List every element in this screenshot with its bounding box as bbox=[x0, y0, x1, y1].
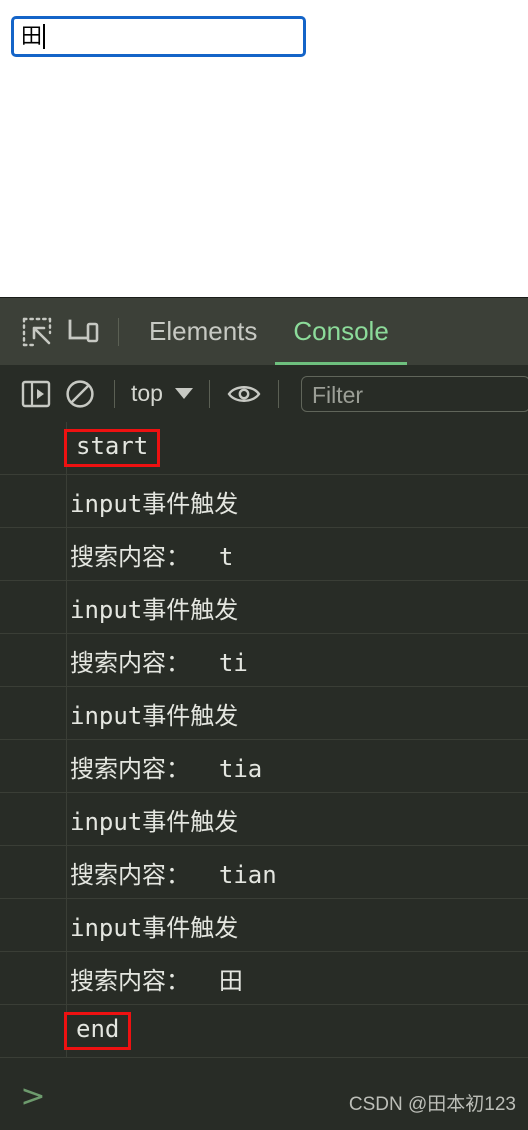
console-sidebar-toggle-icon[interactable] bbox=[14, 372, 58, 416]
search-input-value: 田 bbox=[21, 24, 42, 48]
console-message-text: 搜索内容： tian bbox=[70, 860, 277, 889]
clear-console-icon[interactable] bbox=[58, 372, 102, 416]
web-page-viewport: 田 bbox=[0, 0, 528, 297]
console-message-text: 搜索内容： tia bbox=[70, 754, 263, 783]
console-message-row: 搜索内容： t bbox=[0, 528, 528, 581]
console-message-gutter bbox=[0, 422, 67, 474]
console-message-gutter bbox=[0, 1005, 67, 1057]
console-message-gutter bbox=[0, 740, 67, 792]
console-message-gutter bbox=[0, 846, 67, 898]
search-input[interactable]: 田 bbox=[11, 16, 306, 57]
chevron-down-icon bbox=[174, 388, 193, 399]
javascript-context-label: top bbox=[131, 380, 163, 406]
console-message-list: start input事件触发 搜索内容： t input事件触发 搜索内容： ti in… bbox=[0, 422, 528, 1063]
console-message-gutter bbox=[0, 793, 67, 845]
toolbar-divider bbox=[118, 317, 119, 346]
console-message-row: input事件触发 bbox=[0, 581, 528, 634]
console-message-text: input事件触发 bbox=[70, 913, 239, 942]
tab-elements[interactable]: Elements bbox=[131, 298, 275, 365]
devtools-tabbar: Elements Console bbox=[0, 298, 528, 365]
console-message-row: end bbox=[0, 1005, 528, 1058]
console-filter-input[interactable]: Filter bbox=[300, 375, 528, 412]
console-message-text: start bbox=[64, 429, 161, 467]
console-message-text: input事件触发 bbox=[70, 701, 239, 730]
devtools-panel: Elements Console top Filter start input事… bbox=[0, 297, 528, 1130]
console-message-text: end bbox=[64, 1012, 132, 1050]
live-expression-eye-icon[interactable] bbox=[222, 372, 266, 416]
console-message-gutter bbox=[0, 581, 67, 633]
console-message-row: input事件触发 bbox=[0, 793, 528, 846]
inspect-element-icon[interactable] bbox=[14, 309, 60, 355]
console-message-row: 搜索内容： tian bbox=[0, 846, 528, 899]
text-caret bbox=[43, 24, 45, 49]
console-message-row: input事件触发 bbox=[0, 687, 528, 740]
console-message-row: input事件触发 bbox=[0, 475, 528, 528]
console-message-gutter bbox=[0, 899, 67, 951]
javascript-context-select[interactable]: top bbox=[127, 380, 197, 407]
console-message-gutter bbox=[0, 687, 67, 739]
console-message-text: input事件触发 bbox=[70, 807, 239, 836]
console-message-text: input事件触发 bbox=[70, 595, 239, 624]
console-message-gutter bbox=[0, 475, 67, 527]
console-message-text: 搜索内容： t bbox=[70, 542, 234, 571]
console-message-row: 搜索内容： tia bbox=[0, 740, 528, 793]
console-message-row: start bbox=[0, 422, 528, 475]
console-message-gutter bbox=[0, 952, 67, 1004]
console-toolbar: top Filter bbox=[0, 365, 528, 422]
prompt-chevron-icon: > bbox=[20, 1078, 46, 1114]
console-message-gutter bbox=[0, 634, 67, 686]
console-message-text: 搜索内容： 田 bbox=[70, 966, 243, 995]
tab-console[interactable]: Console bbox=[275, 298, 407, 365]
console-message-row: input事件触发 bbox=[0, 899, 528, 952]
watermark: CSDN @田本初123 bbox=[348, 1094, 516, 1115]
console-toolbar-divider-2 bbox=[208, 379, 210, 408]
console-message-text: 搜索内容： ti bbox=[70, 648, 248, 677]
console-toolbar-divider-1 bbox=[114, 379, 115, 408]
console-message-row: 搜索内容： 田 bbox=[0, 952, 528, 1005]
console-message-row: 搜索内容： ti bbox=[0, 634, 528, 687]
console-message-gutter bbox=[0, 528, 67, 580]
device-toolbar-icon[interactable] bbox=[60, 309, 106, 355]
console-message-text: input事件触发 bbox=[70, 489, 239, 518]
console-toolbar-divider-3 bbox=[277, 379, 279, 408]
